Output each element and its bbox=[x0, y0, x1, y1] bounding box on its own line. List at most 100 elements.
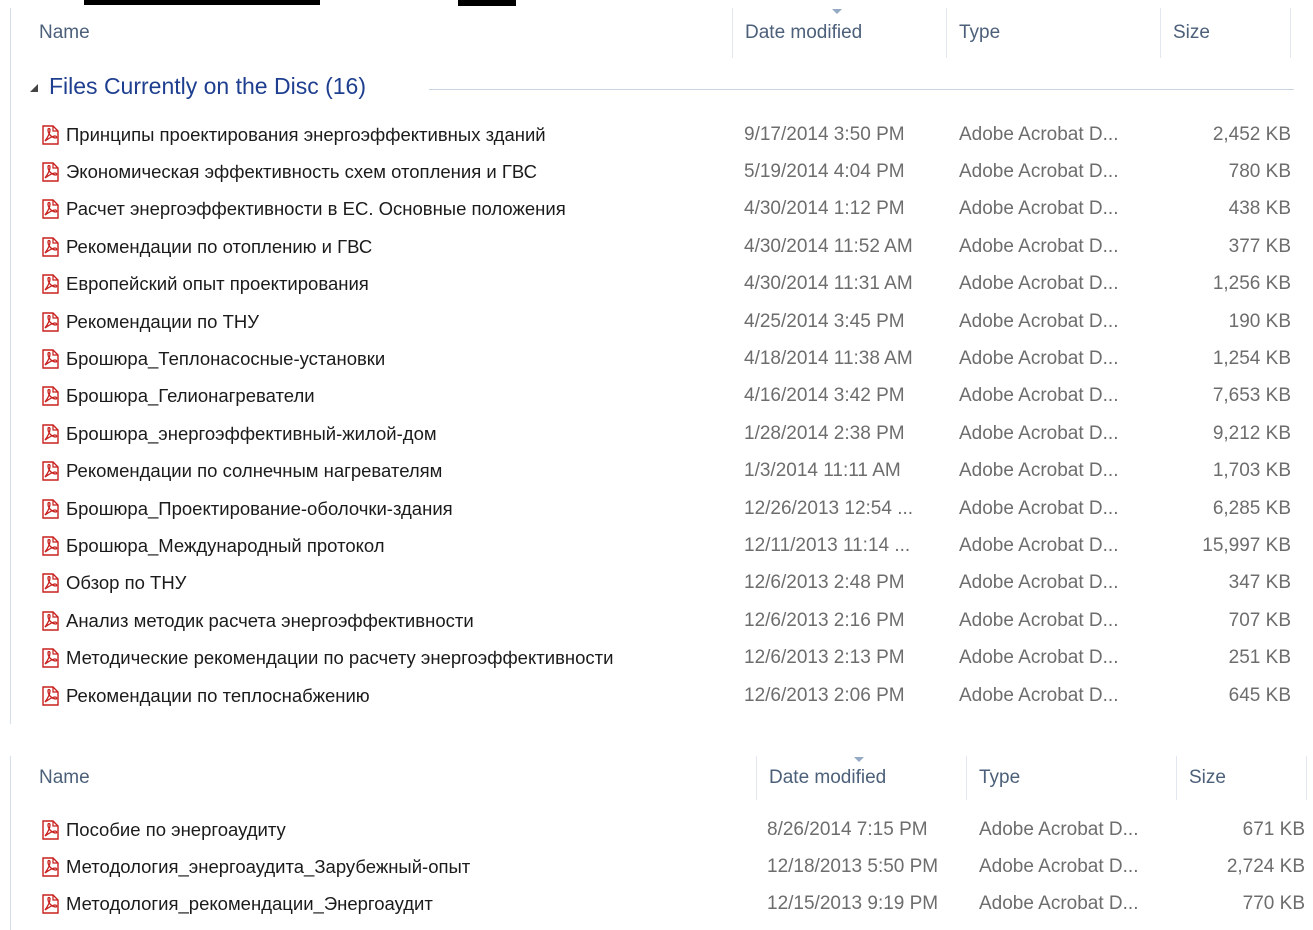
file-type: Adobe Acrobat D... bbox=[979, 818, 1139, 840]
file-size: 438 KB bbox=[1228, 198, 1291, 220]
file-date: 12/15/2013 9:19 PM bbox=[767, 892, 939, 914]
column-header-size[interactable]: Size bbox=[1177, 756, 1307, 800]
file-type: Adobe Acrobat D... bbox=[959, 497, 1119, 519]
file-name-cell[interactable]: Методология_рекомендации_Энергоаудит bbox=[41, 885, 433, 922]
file-date: 12/6/2013 2:06 PM bbox=[744, 684, 905, 706]
pdf-file-icon bbox=[42, 461, 59, 481]
file-row[interactable]: Анализ методик расчета энергоэффективнос… bbox=[11, 602, 1313, 639]
column-header-date[interactable]: Date modified bbox=[757, 756, 967, 800]
file-type: Adobe Acrobat D... bbox=[979, 855, 1139, 877]
pdf-file-icon bbox=[42, 498, 59, 519]
file-name-cell[interactable]: Брошюра_Проектирование-оболочки-здания bbox=[41, 490, 453, 527]
file-name-cell[interactable]: Брошюра_энергоэффективный-жилой-дом bbox=[41, 415, 437, 452]
file-row[interactable]: Пособие по энергоаудиту 8/26/2014 7:15 PM… bbox=[11, 811, 1313, 848]
file-type: Adobe Acrobat D... bbox=[959, 460, 1119, 482]
pdf-file-icon bbox=[42, 424, 59, 444]
file-size: 347 KB bbox=[1228, 572, 1291, 594]
file-date: 1/3/2014 11:11 AM bbox=[744, 460, 901, 482]
group-divider bbox=[429, 89, 1294, 90]
file-name-cell[interactable]: Рекомендации по теплоснабжению bbox=[41, 677, 370, 714]
file-size: 6,285 KB bbox=[1212, 497, 1291, 519]
file-list-top: Принципы проектирования энергоэффективны… bbox=[11, 116, 1313, 714]
file-name-cell[interactable]: Брошюра_Теплонасосные-установки bbox=[41, 340, 385, 377]
file-name-cell[interactable]: Методические рекомендации по расчету эне… bbox=[41, 639, 613, 676]
file-name-cell[interactable]: Рекомендации по отоплению и ГВС bbox=[41, 228, 372, 265]
file-name: Методология_энергоаудита_Зарубежный-опыт bbox=[66, 855, 471, 877]
file-row[interactable]: Рекомендации по отоплению и ГВС 4/30/2014… bbox=[11, 228, 1313, 265]
file-row[interactable]: Методология_энергоаудита_Зарубежный-опыт… bbox=[11, 848, 1313, 885]
file-row[interactable]: Экономическая эффективность схем отоплен… bbox=[11, 153, 1313, 190]
file-type: Adobe Acrobat D... bbox=[959, 572, 1119, 594]
pdf-file-icon bbox=[42, 386, 59, 407]
file-size: 780 KB bbox=[1228, 161, 1291, 183]
file-size: 1,256 KB bbox=[1212, 273, 1291, 295]
file-name: Пособие по энергоаудиту bbox=[66, 818, 286, 840]
file-name-cell[interactable]: Рекомендации по ТНУ bbox=[41, 303, 259, 340]
file-name-cell[interactable]: Экономическая эффективность схем отоплен… bbox=[41, 153, 537, 190]
file-type: Adobe Acrobat D... bbox=[959, 684, 1119, 706]
file-name-cell[interactable]: Европейский опыт проектирования bbox=[41, 266, 369, 303]
file-row[interactable]: Методология_рекомендации_Энергоаудит 12/1… bbox=[11, 885, 1313, 922]
file-name-cell[interactable]: Методология_энергоаудита_Зарубежный-опыт bbox=[41, 848, 470, 885]
file-row[interactable]: Рекомендации по ТНУ 4/25/2014 3:45 PM Adob… bbox=[11, 303, 1313, 340]
file-size: 251 KB bbox=[1228, 647, 1291, 669]
column-header-name[interactable]: Name bbox=[11, 756, 757, 800]
file-size: 377 KB bbox=[1228, 235, 1291, 257]
file-name-cell[interactable]: Обзор по ТНУ bbox=[41, 565, 186, 602]
file-name: Брошюра_энергоэффективный-жилой-дом bbox=[66, 422, 437, 444]
file-date: 12/6/2013 2:16 PM bbox=[744, 609, 905, 631]
file-name-cell[interactable]: Рекомендации по солнечным нагревателям bbox=[41, 453, 442, 490]
column-header-type[interactable]: Type bbox=[967, 756, 1177, 800]
file-row[interactable]: Брошюра_Гелионагреватели 4/16/2014 3:42 P… bbox=[11, 378, 1313, 415]
file-row[interactable]: Принципы проектирования энергоэффективны… bbox=[11, 116, 1313, 153]
file-row[interactable]: Расчет энергоэффективности в ЕС. Основны… bbox=[11, 191, 1313, 228]
file-size: 707 KB bbox=[1228, 609, 1291, 631]
file-size: 671 KB bbox=[1242, 818, 1305, 840]
column-header-type[interactable]: Type bbox=[947, 8, 1161, 58]
column-header-date[interactable]: Date modified bbox=[733, 8, 947, 58]
file-name: Методические рекомендации по расчету эне… bbox=[66, 647, 614, 669]
group-header[interactable]: Files Currently on the Disc (16) bbox=[11, 70, 1313, 108]
file-type: Adobe Acrobat D... bbox=[959, 534, 1119, 556]
file-row[interactable]: Рекомендации по теплоснабжению 12/6/2013 … bbox=[11, 677, 1313, 714]
file-row[interactable]: Брошюра_Теплонасосные-установки 4/18/2014… bbox=[11, 340, 1313, 377]
cropped-text-fragment bbox=[458, 0, 516, 6]
pdf-file-icon bbox=[42, 162, 59, 182]
file-size: 7,653 KB bbox=[1212, 385, 1291, 407]
file-name-cell[interactable]: Пособие по энергоаудиту bbox=[41, 811, 286, 848]
file-date: 12/11/2013 11:14 ... bbox=[744, 534, 911, 556]
file-row[interactable]: Рекомендации по солнечным нагревателям 1/… bbox=[11, 453, 1313, 490]
file-name: Рекомендации по солнечным нагревателям bbox=[66, 460, 443, 482]
file-name-cell[interactable]: Брошюра_Международный протокол bbox=[41, 527, 385, 564]
pdf-file-icon bbox=[42, 819, 59, 840]
file-date: 4/18/2014 11:38 AM bbox=[744, 348, 913, 370]
file-row[interactable]: Обзор по ТНУ 12/6/2013 2:48 PM Adobe Acrob… bbox=[11, 565, 1313, 602]
collapse-triangle-icon[interactable] bbox=[30, 84, 38, 92]
file-type: Adobe Acrobat D... bbox=[979, 892, 1139, 914]
pdf-file-icon bbox=[42, 124, 59, 145]
file-type: Adobe Acrobat D... bbox=[959, 161, 1119, 183]
file-row[interactable]: Брошюра_Международный протокол 12/11/2013… bbox=[11, 527, 1313, 564]
column-header-name[interactable]: Name bbox=[11, 8, 733, 58]
file-date: 4/16/2014 3:42 PM bbox=[744, 385, 905, 407]
file-name-cell[interactable]: Брошюра_Гелионагреватели bbox=[41, 378, 315, 415]
file-name-cell[interactable]: Принципы проектирования энергоэффективны… bbox=[41, 116, 546, 153]
file-row[interactable]: Брошюра_Проектирование-оболочки-здания 12… bbox=[11, 490, 1313, 527]
pdf-file-icon bbox=[42, 573, 59, 594]
file-type: Adobe Acrobat D... bbox=[959, 609, 1119, 631]
column-header-size[interactable]: Size bbox=[1161, 8, 1291, 58]
pdf-file-icon bbox=[42, 274, 59, 294]
file-name: Брошюра_Международный протокол bbox=[66, 534, 385, 556]
file-type: Adobe Acrobat D... bbox=[959, 273, 1119, 295]
file-name-cell[interactable]: Анализ методик расчета энергоэффективнос… bbox=[41, 602, 474, 639]
cropped-top-strip bbox=[0, 0, 1313, 7]
file-row[interactable]: Методические рекомендации по расчету эне… bbox=[11, 639, 1313, 676]
file-row[interactable]: Брошюра_энергоэффективный-жилой-дом 1/28/… bbox=[11, 415, 1313, 452]
file-type: Adobe Acrobat D... bbox=[959, 348, 1119, 370]
file-type: Adobe Acrobat D... bbox=[959, 422, 1119, 444]
file-name-cell[interactable]: Расчет энергоэффективности в ЕС. Основны… bbox=[41, 191, 566, 228]
file-type: Adobe Acrobat D... bbox=[959, 310, 1119, 332]
file-row[interactable]: Европейский опыт проектирования 4/30/2014… bbox=[11, 266, 1313, 303]
file-size: 190 KB bbox=[1228, 310, 1291, 332]
file-type: Adobe Acrobat D... bbox=[959, 235, 1119, 257]
